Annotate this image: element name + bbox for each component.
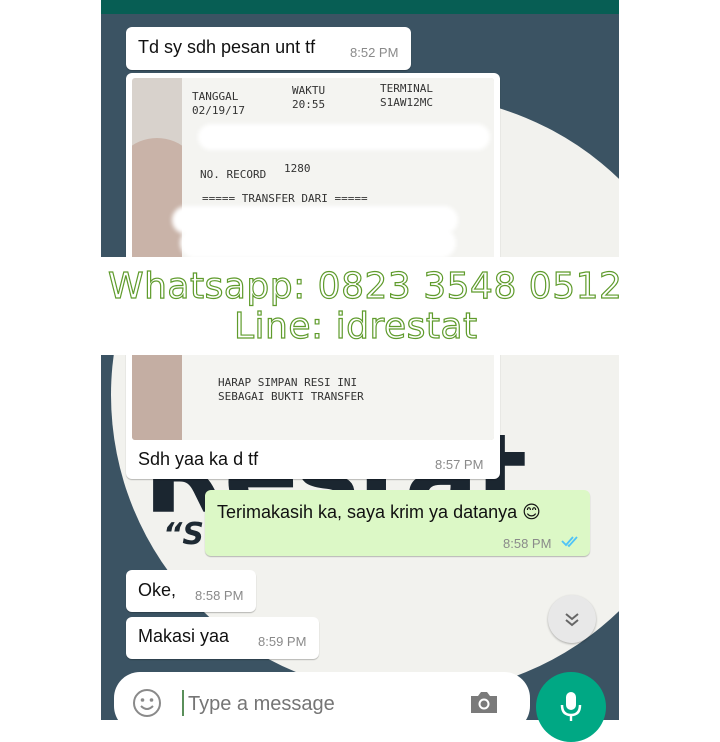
- double-check-icon: [561, 536, 578, 548]
- receipt-date-value: 02/19/17: [192, 104, 245, 117]
- message-text: Sdh yaa ka d tf: [138, 449, 259, 469]
- receipt-footer-line2: SEBAGAI BUKTI TRANSFER: [218, 390, 364, 403]
- receipt-transfer-header: ===== TRANSFER DARI =====: [202, 192, 368, 205]
- message-text: Makasi yaa: [138, 626, 230, 646]
- message-bubble-incoming[interactable]: Makasi yaa 8:59 PM: [126, 617, 319, 659]
- receipt-footer-line1: HARAP SIMPAN RESI INI: [218, 376, 358, 389]
- receipt-terminal-value: S1AW12MC: [380, 96, 433, 109]
- message-text: Oke,: [138, 580, 177, 600]
- watermark-whatsapp-text: Whatsapp: 0823 3548 0512: [107, 265, 623, 307]
- message-time: 8:59 PM: [258, 634, 307, 649]
- chevron-double-down-icon: [565, 613, 579, 627]
- message-time: 8:57 PM: [435, 457, 484, 472]
- camera-icon[interactable]: [468, 688, 500, 716]
- message-composer: [114, 672, 530, 732]
- message-input[interactable]: [186, 688, 450, 720]
- message-bubble-outgoing[interactable]: Terimakasih ka, saya krim ya datanya 😊 8…: [205, 490, 590, 556]
- message-bubble-incoming[interactable]: Oke, 8:58 PM: [126, 570, 256, 612]
- message-time: 8:58 PM: [195, 588, 244, 603]
- receipt-record-value: 1280: [284, 162, 311, 175]
- receipt-terminal-label: TERMINAL: [380, 82, 433, 95]
- receipt-date-label: TANGGAL: [192, 90, 239, 103]
- watermark-line-text: Line: idrestat: [233, 305, 478, 347]
- message-text: Terimakasih ka, saya krim ya datanya 😊: [217, 502, 541, 522]
- receipt-record-label: NO. RECORD: [200, 168, 267, 181]
- message-text: Td sy sdh pesan unt tf: [138, 37, 316, 57]
- redaction-blur: [198, 124, 490, 150]
- message-bubble-incoming[interactable]: Td sy sdh pesan unt tf 8:52 PM: [126, 27, 411, 70]
- receipt-time-label: WAKTU: [292, 84, 326, 97]
- redaction-blur: [180, 228, 456, 258]
- emoji-icon[interactable]: [132, 688, 162, 718]
- mic-icon: [560, 692, 582, 721]
- voice-record-button[interactable]: [536, 672, 606, 742]
- scroll-to-bottom-button[interactable]: [548, 595, 596, 643]
- receipt-time-value: 20:55: [292, 98, 326, 111]
- chat-header: [101, 0, 619, 14]
- message-time: 8:58 PM: [503, 536, 552, 551]
- message-time: 8:52 PM: [350, 45, 399, 60]
- text-cursor: [182, 690, 184, 716]
